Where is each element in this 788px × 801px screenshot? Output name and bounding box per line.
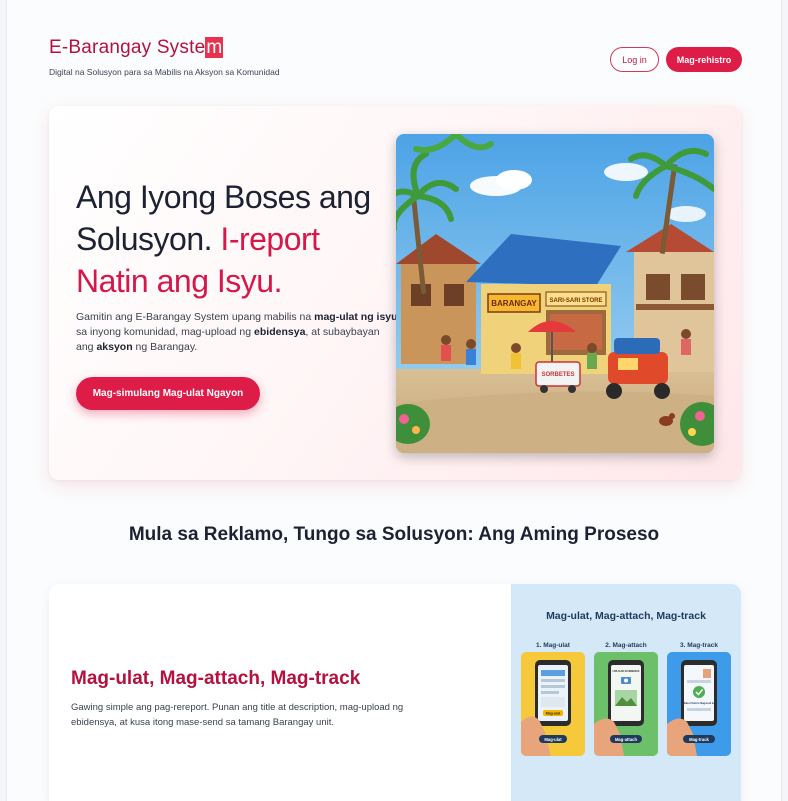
feature-description: Gawing simple ang pag-rereport. Punan an… <box>71 702 404 728</box>
login-button[interactable]: Log in <box>610 47 659 72</box>
feature-title: Mag-ulat, Mag-attach, Mag-track <box>71 668 361 689</box>
step-2-label: 2. Mag-attach <box>605 642 647 649</box>
barangay-scene-svg: BARANGAY SARI-SARI STORE SORBETES <box>396 134 714 453</box>
step-2-button: Mag-attach <box>615 737 638 742</box>
step-1-screen-button: Mag-ulat <box>546 712 561 716</box>
step-3-screen-text: Mabot Sunrio Nagsend bo <box>683 701 716 705</box>
panel-title: Mag-ulat, Mag-attach, Mag-track <box>546 610 706 622</box>
feature-illustration-panel: Mag-ulat, Mag-attach, Mag-track 1. Mag-u… <box>511 584 741 801</box>
start-report-button[interactable]: Mag-simulang Mag-ulat Ngayon <box>76 377 260 410</box>
hero-desc-4: ng Barangay. <box>132 341 198 353</box>
step-2-card: UPLOAD EVIDENCE Mag-attach <box>594 652 658 756</box>
hero-desc-bold-1: mag-ulat ng isyu <box>314 311 398 323</box>
step-1-button: Mag-ulat <box>544 737 562 742</box>
barangay-illustration: BARANGAY SARI-SARI STORE SORBETES <box>396 134 714 453</box>
phone-report-icon: Mag-ulat Mag-ulat <box>521 660 571 756</box>
process-section-title: Mula sa Reklamo, Tungo sa Solusyon: Ang … <box>128 524 660 545</box>
hero-desc-bold-3: aksyon <box>96 341 133 353</box>
step-3-button: Mag-track <box>689 737 709 742</box>
brand-title-highlight: m <box>205 37 224 58</box>
brand[interactable]: E-Barangay System Digital na Solusyon pa… <box>49 37 280 77</box>
brand-title: E-Barangay System <box>49 37 280 59</box>
step-3-label: 3. Mag-track <box>680 642 718 649</box>
step-2: 2. Mag-attach UPLOAD EVIDENCE Mag-attach <box>594 642 658 756</box>
step-1: 1. Mag-ulat Mag-ulat Mag-ulat <box>521 642 585 756</box>
hero-desc-bold-2: ebidensya <box>254 326 306 338</box>
feature-card: Mag-ulat, Mag-attach, Mag-track Gawing s… <box>49 584 741 801</box>
hero-card: Ang Iyong Boses ang Solusyon. I-report N… <box>49 106 741 480</box>
brand-title-text: E-Barangay Syste <box>49 37 206 58</box>
phone-upload-icon: UPLOAD EVIDENCE Mag-attach <box>594 660 644 756</box>
step-3-card: Mabot Sunrio Nagsend bo Mag-track <box>667 652 731 756</box>
sign-store: SARI-SARI STORE <box>550 298 603 304</box>
sign-barangay: BARANGAY <box>491 299 537 308</box>
register-button[interactable]: Mag-rehistro <box>666 47 742 72</box>
sign-cart: SORBETES <box>541 372 574 378</box>
phone-track-icon: Mabot Sunrio Nagsend bo Mag-track <box>667 660 717 756</box>
step-1-label: 1. Mag-ulat <box>536 642 570 649</box>
hero-title: Ang Iyong Boses ang Solusyon. I-report N… <box>76 176 396 302</box>
hero-desc-2: sa inyong komunidad, mag-upload ng <box>76 326 255 338</box>
brand-tagline: Digital na Solusyon para sa Mabilis na A… <box>49 67 280 77</box>
step-2-screen-text: UPLOAD EVIDENCE <box>613 669 640 673</box>
step-3: 3. Mag-track Mabot Sunrio Nagsend bo Mag… <box>667 642 731 756</box>
hero-desc-1: Gamitin ang E-Barangay System upang mabi… <box>76 311 315 323</box>
step-1-card: Mag-ulat Mag-ulat <box>521 652 585 756</box>
hero-description: Gamitin ang E-Barangay System upang mabi… <box>76 310 398 355</box>
